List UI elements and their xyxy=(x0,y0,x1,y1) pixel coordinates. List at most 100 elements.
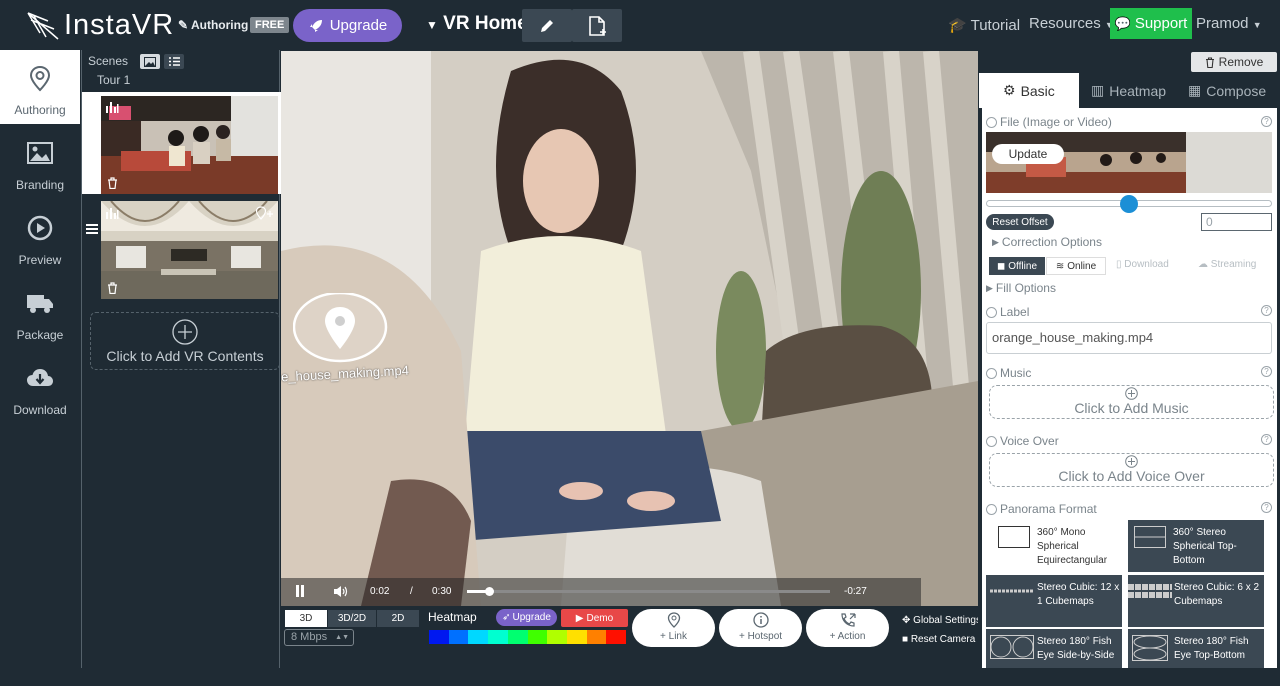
add-music-button[interactable]: Click to Add Music xyxy=(989,385,1274,419)
scene-thumbnail xyxy=(101,96,278,194)
thumbnail-view-button[interactable] xyxy=(140,54,160,69)
hotspot-marker[interactable] xyxy=(292,291,388,363)
project-title-dropdown[interactable]: ▼ VR Home xyxy=(426,13,528,35)
offline-option[interactable]: ◼ Offline xyxy=(989,257,1045,275)
panorama-format-stereo-top-bottom[interactable]: 360° Stereo Spherical Top-Bottom xyxy=(1128,520,1264,572)
format-label: 360° Stereo Spherical Top-Bottom xyxy=(1173,527,1237,566)
scene-card[interactable] xyxy=(82,92,281,194)
seek-bar[interactable] xyxy=(467,587,830,596)
help-icon[interactable]: ? xyxy=(1261,116,1272,127)
add-action-button[interactable]: + Action xyxy=(806,609,889,647)
fisheye-side-by-side-icon xyxy=(990,635,1034,659)
stats-icon[interactable] xyxy=(105,100,119,118)
help-icon[interactable]: ? xyxy=(1261,366,1272,377)
demo-button[interactable]: ▶ Demo xyxy=(561,609,628,627)
mode-tab-3d[interactable]: 3D xyxy=(285,610,327,627)
add-hotspot-label: + Hotspot xyxy=(738,631,783,642)
trash-icon[interactable] xyxy=(107,176,118,194)
add-link-button[interactable]: + Link xyxy=(632,609,715,647)
logo-mark-icon xyxy=(27,11,59,40)
heatmap-upgrade-button[interactable]: ➶ Upgrade xyxy=(496,609,557,626)
tutorial-link[interactable]: 🎓 Tutorial xyxy=(948,16,1020,34)
format-label: Stereo 180° Fish Eye Top-Bottom xyxy=(1174,636,1249,661)
user-menu[interactable]: Pramod ▼ xyxy=(1196,15,1262,32)
plus-circle-icon xyxy=(172,319,198,345)
list-view-button[interactable] xyxy=(164,54,184,69)
tab-compose[interactable]: ▦ Compose xyxy=(1188,73,1266,108)
heatmap-title: Heatmap xyxy=(428,610,477,624)
scene-card[interactable] xyxy=(82,199,281,301)
label-section-label: Label xyxy=(986,305,1029,319)
scene-thumbnail xyxy=(101,201,278,299)
resources-menu[interactable]: Resources ▼ xyxy=(1029,15,1114,32)
reset-camera-link[interactable]: ■ Reset Camera xyxy=(902,634,978,645)
streaming-option[interactable]: ☁ Streaming xyxy=(1198,259,1256,270)
label-input[interactable]: orange_house_making.mp4 xyxy=(986,322,1272,354)
tab-basic[interactable]: ⚙ Basic xyxy=(979,73,1079,108)
offset-slider-knob[interactable] xyxy=(1120,195,1138,213)
correction-options-toggle[interactable]: ▶ Correction Options xyxy=(992,235,1102,249)
wifi-icon: ≋ xyxy=(1055,260,1065,272)
help-icon[interactable]: ? xyxy=(1261,434,1272,445)
mono-frame-icon xyxy=(998,526,1030,548)
online-option[interactable]: ≋ Online xyxy=(1046,257,1106,275)
nav-item-branding[interactable]: Branding xyxy=(0,125,80,199)
support-button[interactable]: 💬 Support xyxy=(1110,8,1192,39)
seek-knob[interactable] xyxy=(484,587,494,596)
authoring-mode-text: Authoring xyxy=(190,18,249,32)
volume-icon[interactable] xyxy=(333,585,348,601)
drag-handle-icon[interactable] xyxy=(86,224,98,236)
instavr-logo[interactable]: InstaVR xyxy=(26,9,174,42)
panorama-format-fisheye-sbs[interactable]: Stereo 180° Fish Eye Side-by-Side xyxy=(986,629,1122,668)
user-name: Pramod xyxy=(1196,15,1249,32)
image-icon xyxy=(27,142,53,164)
panorama-format-cubic-12x1[interactable]: Stereo Cubic: 12 x 1 Cubemaps xyxy=(986,575,1122,627)
add-hotspot-pin-icon[interactable] xyxy=(255,206,275,225)
fisheye-top-bottom-icon xyxy=(1132,635,1168,661)
remaining-time: -0:27 xyxy=(844,586,867,597)
edit-project-button[interactable] xyxy=(522,9,572,42)
trash-icon[interactable] xyxy=(107,281,118,299)
nav-item-preview[interactable]: Preview xyxy=(0,200,80,274)
panorama-format-fisheye-tb[interactable]: Stereo 180° Fish Eye Top-Bottom xyxy=(1128,629,1264,668)
panorama-format-cubic-6x2[interactable]: Stereo Cubic: 6 x 2 Cubemaps xyxy=(1128,575,1264,627)
vr-viewer[interactable]: e_house_making.mp4 0:02 / 0:30 -0:27 xyxy=(281,51,978,606)
panorama-format-mono-equirect[interactable]: 360° Mono Spherical Equirectangular xyxy=(992,520,1128,572)
pause-icon[interactable] xyxy=(295,585,305,600)
help-icon[interactable]: ? xyxy=(1261,305,1272,316)
add-voice-over-button[interactable]: Click to Add Voice Over xyxy=(989,453,1274,487)
mode-tab-2d[interactable]: 2D xyxy=(377,610,419,627)
heatmap-legend-swatch xyxy=(586,630,607,644)
bitrate-select[interactable]: 8 Mbps ▲▼ xyxy=(284,629,354,646)
add-hotspot-button[interactable]: + Hotspot xyxy=(719,609,802,647)
reset-offset-button[interactable]: Reset Offset xyxy=(986,214,1054,230)
cubemap-grid-icon xyxy=(1128,584,1172,598)
update-file-button[interactable]: Update xyxy=(992,144,1064,164)
fill-options-toggle[interactable]: ▶ Fill Options xyxy=(986,281,1056,295)
label-title: Label xyxy=(1000,305,1030,319)
nav-item-download[interactable]: Download xyxy=(0,350,80,424)
check-circle-icon xyxy=(986,116,997,128)
offset-input[interactable]: 0 xyxy=(1201,213,1272,231)
upgrade-button[interactable]: Upgrade xyxy=(293,9,402,42)
nav-item-authoring[interactable]: Authoring xyxy=(0,50,80,124)
voice-over-label: Voice Over xyxy=(1000,434,1059,448)
tab-heatmap[interactable]: ▥ Heatmap xyxy=(1091,73,1166,108)
nav-item-package[interactable]: Package xyxy=(0,275,80,349)
offset-slider[interactable] xyxy=(986,195,1272,213)
remove-scene-button[interactable]: Remove xyxy=(1191,52,1277,72)
caret-down-icon: ▼ xyxy=(426,18,438,32)
add-vr-contents-button[interactable]: Click to Add VR Contents xyxy=(90,312,280,370)
download-option[interactable]: ▯ Download xyxy=(1116,259,1169,270)
caret-right-icon: ▶ xyxy=(986,282,993,293)
cloud-download-icon xyxy=(27,369,53,386)
drag-handle-icon[interactable] xyxy=(86,116,98,128)
new-project-button[interactable] xyxy=(572,9,622,42)
mode-tab-3d-2d[interactable]: 3D/2D xyxy=(328,610,376,627)
play-circle-icon xyxy=(27,215,53,241)
stats-icon[interactable] xyxy=(105,206,119,224)
help-icon[interactable]: ? xyxy=(1261,502,1272,513)
global-settings-link[interactable]: ✥ Global Settings xyxy=(902,615,978,626)
video-controls: 0:02 / 0:30 -0:27 xyxy=(281,578,921,606)
reset-camera-label: Reset Camera xyxy=(910,634,976,645)
